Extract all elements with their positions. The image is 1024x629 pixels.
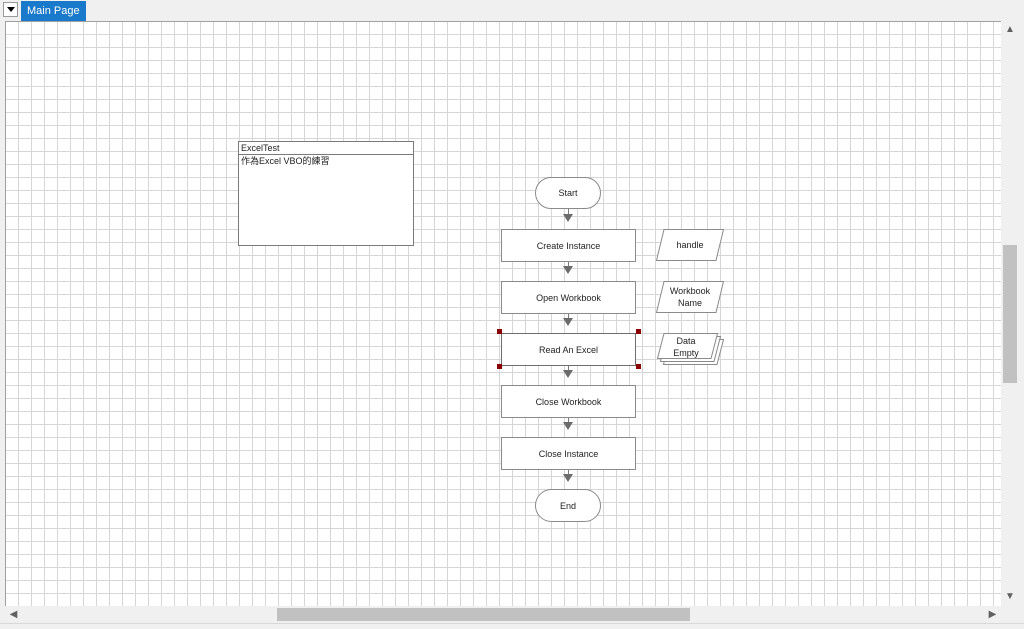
- arrow-down-icon: [563, 422, 573, 430]
- data-item-label: Workbook Name: [669, 286, 711, 308]
- arrow-down-icon: [563, 370, 573, 378]
- step-label: Close Workbook: [535, 396, 602, 407]
- selection-handle[interactable]: [497, 364, 502, 369]
- step-create-instance[interactable]: Create Instance: [501, 229, 636, 262]
- scroll-up-icon[interactable]: ▲: [1001, 21, 1019, 39]
- process-canvas[interactable]: ExcelTest 作為Excel VBO的練習 Start Create In…: [5, 21, 1001, 606]
- collection-item-data-empty[interactable]: Data Empty: [656, 333, 724, 365]
- scroll-right-icon[interactable]: ▶: [984, 606, 1001, 623]
- start-label: Start: [558, 188, 578, 198]
- horizontal-scroll-thumb[interactable]: [277, 608, 690, 621]
- scrollbar-corner: [1001, 606, 1019, 623]
- triangle-down-icon: [6, 7, 15, 12]
- selection-handle[interactable]: [636, 329, 641, 334]
- note-title: ExcelTest: [239, 142, 413, 155]
- vertical-scrollbar[interactable]: ▲ ▼: [1001, 21, 1019, 606]
- note-block[interactable]: ExcelTest 作為Excel VBO的練習: [238, 141, 414, 246]
- tab-main-page[interactable]: Main Page: [21, 1, 86, 21]
- step-label: Read An Excel: [538, 344, 599, 355]
- arrow-down-icon: [563, 266, 573, 274]
- end-label: End: [559, 500, 576, 511]
- step-label: Close Instance: [538, 448, 599, 459]
- data-item-label: Data Empty: [673, 336, 699, 358]
- horizontal-scrollbar[interactable]: ◀ ▶: [5, 606, 1001, 623]
- status-strip: [0, 623, 1024, 629]
- scroll-down-icon[interactable]: ▼: [1001, 588, 1019, 606]
- selection-handle[interactable]: [497, 329, 502, 334]
- selection-handle[interactable]: [636, 364, 641, 369]
- vertical-scroll-thumb[interactable]: [1003, 245, 1017, 383]
- start-stage[interactable]: Start: [535, 177, 601, 209]
- step-read-an-excel[interactable]: Read An Excel: [501, 333, 636, 366]
- arrow-down-icon: [563, 318, 573, 326]
- end-stage[interactable]: End: [535, 489, 601, 522]
- tab-dropdown-button[interactable]: [3, 2, 18, 17]
- data-item-handle[interactable]: handle: [656, 229, 724, 261]
- step-close-instance[interactable]: Close Instance: [501, 437, 636, 470]
- arrow-down-icon: [563, 474, 573, 482]
- step-label: Create Instance: [536, 240, 601, 251]
- step-close-workbook[interactable]: Close Workbook: [501, 385, 636, 418]
- note-body: 作為Excel VBO的練習: [241, 156, 330, 166]
- data-item-workbook-name[interactable]: Workbook Name: [656, 281, 724, 313]
- step-open-workbook[interactable]: Open Workbook: [501, 281, 636, 314]
- tab-strip: Main Page: [0, 0, 1024, 21]
- step-label: Open Workbook: [536, 292, 601, 303]
- data-item-label: handle: [676, 240, 704, 250]
- arrow-down-icon: [563, 214, 573, 222]
- scroll-left-icon[interactable]: ◀: [5, 606, 22, 623]
